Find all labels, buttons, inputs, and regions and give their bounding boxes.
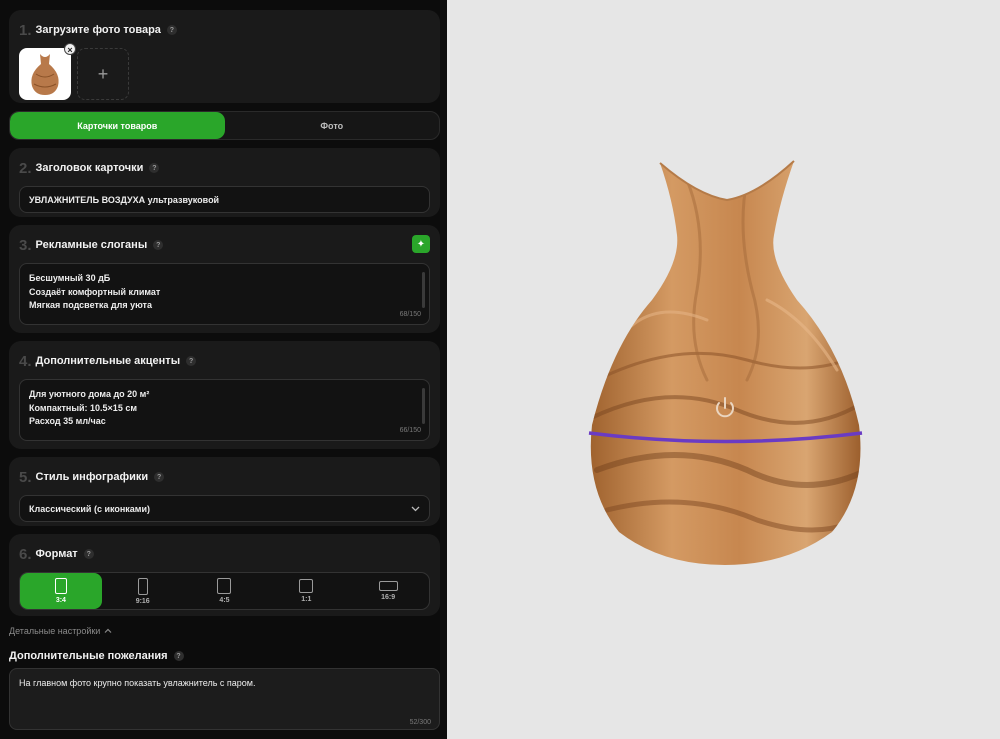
upload-header: 1. Загрузите фото товара ? [19,20,430,40]
format-selector: 3:4 9:16 4:5 1:1 16:9 [19,572,430,610]
style-header: 5. Стиль инфографики ? [19,467,430,487]
textarea-scrollbar[interactable] [422,272,425,308]
style-section: 5. Стиль инфографики ? Классический (с и… [9,457,440,526]
add-photo-button[interactable]: + [77,48,129,100]
vase-thumbnail-image [31,54,59,95]
help-icon[interactable]: ? [83,549,94,559]
format-option-3-4[interactable]: 3:4 [20,573,102,609]
section-title: Загрузите фото товара [35,24,161,36]
slogan-line: Мягкая подсветка для уюта [29,300,152,310]
format-header: 6. Формат ? [19,544,430,564]
format-label: 16:9 [381,594,396,601]
format-option-9-16[interactable]: 9:16 [102,573,184,609]
slogans-textarea[interactable]: Бесшумный 30 дБ Создаёт комфортный клима… [19,263,430,325]
extra-wishes-textarea[interactable]: На главном фото крупно показать увлажнит… [9,668,440,730]
section-number: 6. [19,545,32,563]
format-label: 1:1 [301,596,312,603]
slogans-header: 3. Рекламные слоганы ? ✦ [19,235,430,255]
accent-line: Расход 35 мл/час [29,416,106,426]
section-title: Дополнительные акценты [35,355,181,367]
detailed-settings-toggle[interactable]: Детальные настройки [9,626,440,636]
format-option-4-5[interactable]: 4:5 [184,573,266,609]
aspect-3-4-icon [54,578,67,594]
accent-line: Для уютного дома до 20 м² [29,389,150,399]
style-select[interactable]: Классический (с иконками) [19,495,430,522]
accents-textarea[interactable]: Для уютного дома до 20 м² Компактный: 10… [19,379,430,441]
heading-input[interactable]: УВЛАЖНИТЕЛЬ ВОЗДУХА ультразвуковой [19,186,430,213]
section-number: 4. [19,352,32,370]
aspect-4-5-icon [217,578,232,594]
section-number: 1. [19,21,32,39]
settings-panel: 1. Загрузите фото товара ? × + Карточки … [0,0,447,739]
format-option-16-9[interactable]: 16:9 [347,573,429,609]
format-label: 4:5 [219,597,230,604]
help-icon[interactable]: ? [149,163,160,173]
aspect-1-1-icon [299,579,314,593]
section-title: Рекламные слоганы [35,239,148,251]
photo-thumbnail[interactable]: × [19,43,76,100]
char-counter: 52/300 [409,719,431,726]
style-select-value: Классический (с иконками) [29,503,150,514]
product-preview [447,0,1000,739]
aspect-9-16-icon [137,577,148,595]
slogans-section: 3. Рекламные слоганы ? ✦ Бесшумный 30 дБ… [9,225,440,333]
section-number: 5. [19,468,32,486]
chevron-up-icon [104,628,112,633]
remove-photo-icon[interactable]: × [64,43,76,55]
format-label: 9:16 [135,597,150,605]
extra-wishes-header: Дополнительные пожелания ? [9,650,440,662]
heading-header: 2. Заголовок карточки ? [19,158,430,178]
extra-wishes-value: На главном фото крупно показать увлажнит… [19,678,256,688]
section-title: Стиль инфографики [35,471,149,483]
slogan-line: Создаёт комфортный климат [29,286,161,297]
humidifier-product-image [588,160,863,565]
help-icon[interactable]: ? [154,472,165,482]
photo-thumbnails: × + [19,43,430,100]
detailed-settings-label: Детальные настройки [9,626,101,636]
accent-line: Компактный: 10.5×15 см [29,402,137,413]
char-counter: 66/150 [399,426,421,434]
tab-photo[interactable]: Фото [225,112,440,139]
char-counter: 68/150 [399,310,421,318]
aspect-16-9-icon [378,581,398,591]
section-title: Формат [35,548,78,560]
help-icon[interactable]: ? [186,356,197,366]
tab-product-cards[interactable]: Карточки товаров [10,112,225,139]
textarea-scrollbar[interactable] [422,388,425,424]
upload-section: 1. Загрузите фото товара ? × + [9,10,440,103]
help-icon[interactable]: ? [153,240,164,250]
help-icon[interactable]: ? [173,651,184,661]
format-option-1-1[interactable]: 1:1 [265,573,347,609]
format-section: 6. Формат ? 3:4 9:16 4:5 1:1 16:9 [9,534,440,616]
chevron-down-icon [411,506,420,511]
generate-sparkle-icon[interactable]: ✦ [412,235,430,253]
accents-section: 4. Дополнительные акценты ? Для уютного … [9,341,440,449]
heading-section: 2. Заголовок карточки ? УВЛАЖНИТЕЛЬ ВОЗД… [9,148,440,217]
section-number: 3. [19,236,32,254]
accents-header: 4. Дополнительные акценты ? [19,351,430,371]
section-number: 2. [19,159,32,177]
app-root: 1. Загрузите фото товара ? × + Карточки … [0,0,1000,739]
section-title: Заголовок карточки [35,162,144,174]
extra-wishes-title: Дополнительные пожелания [9,650,168,662]
format-label: 3:4 [55,597,66,604]
slogan-line: Бесшумный 30 дБ [29,273,111,283]
help-icon[interactable]: ? [166,25,177,35]
mode-tabs: Карточки товаров Фото [9,111,440,140]
